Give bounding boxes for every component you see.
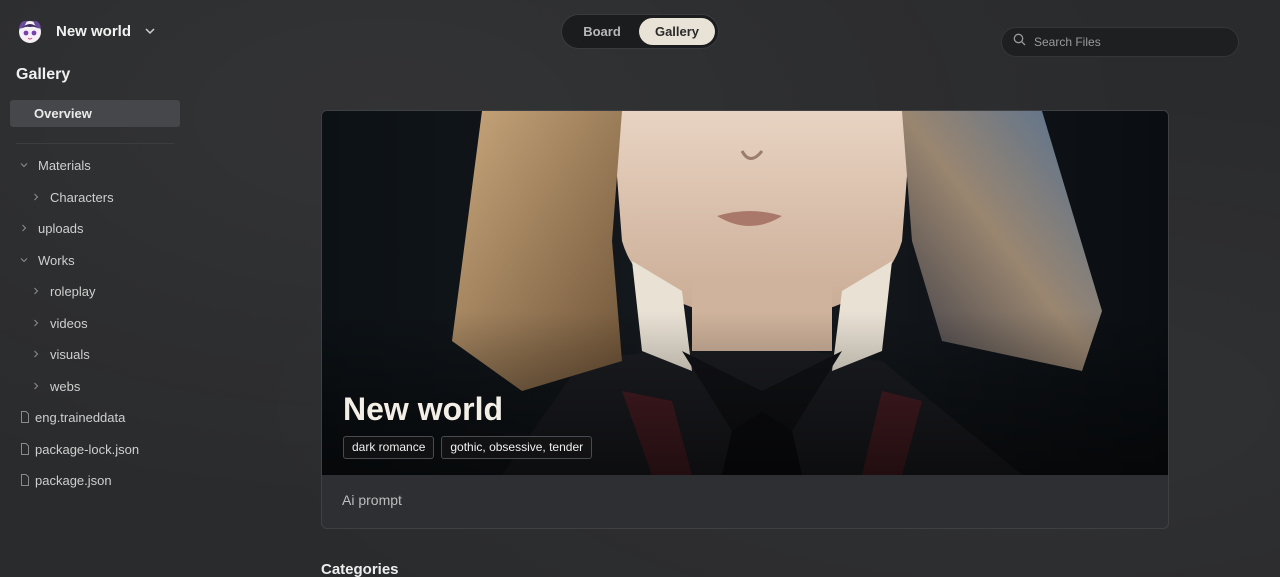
tree-item-package-json[interactable]: package.json (19, 469, 112, 491)
view-toggle: Board Gallery (561, 14, 719, 49)
tree-item-eng-traineddata[interactable]: eng.traineddata (19, 406, 125, 428)
chevron-down-icon[interactable] (143, 24, 157, 38)
chevron-down-icon (18, 249, 30, 271)
gallery-card[interactable]: New world dark romance gothic, obsessive… (321, 110, 1169, 529)
search-input[interactable] (1034, 35, 1224, 49)
tree-item-visuals[interactable]: visuals (30, 343, 90, 365)
sidebar-title: Gallery (16, 66, 71, 83)
tree-item-roleplay[interactable]: roleplay (30, 280, 96, 302)
tree-item-videos[interactable]: videos (30, 312, 88, 334)
tree-item-package-lock-json[interactable]: package-lock.json (19, 438, 139, 460)
tree-item-label: Works (38, 252, 75, 268)
chevron-right-icon (18, 217, 30, 239)
toggle-gallery-button[interactable]: Gallery (639, 18, 715, 45)
search-icon (1013, 33, 1026, 51)
tree-item-label: Materials (38, 157, 91, 173)
tag-list: dark romance gothic, obsessive, tender (343, 436, 593, 459)
chevron-right-icon (30, 280, 42, 302)
workspace-name: New world (56, 22, 132, 40)
avatar-logo-icon (16, 17, 44, 45)
tree-item-label: eng.traineddata (35, 409, 126, 425)
hero-image: New world dark romance gothic, obsessive… (322, 111, 1168, 475)
tree-item-characters[interactable]: Characters (30, 186, 114, 208)
workspace-header[interactable]: New world (16, 17, 157, 45)
search-box (1001, 27, 1239, 57)
tree-item-works[interactable]: Works (18, 249, 75, 271)
tree-item-label: Characters (50, 189, 114, 205)
tree-item-uploads[interactable]: uploads (18, 217, 84, 239)
tree-item-label: package-lock.json (35, 441, 140, 457)
chevron-right-icon (30, 312, 42, 334)
chevron-down-icon (18, 154, 30, 176)
tag[interactable]: dark romance (343, 436, 435, 459)
sidebar-divider (16, 143, 174, 144)
file-icon (19, 438, 31, 460)
tree-item-label: visuals (50, 346, 90, 362)
tag[interactable]: gothic, obsessive, tender (441, 436, 593, 459)
file-icon (19, 406, 31, 428)
sidebar: New world Gallery Overview Materials Cha… (0, 0, 192, 577)
tree-item-label: uploads (38, 220, 84, 236)
tree-item-label: videos (50, 315, 88, 331)
card-title: New world (343, 391, 504, 427)
tree-item-materials[interactable]: Materials (18, 154, 91, 176)
chevron-right-icon (30, 343, 42, 365)
tree-item-label: webs (50, 378, 81, 394)
sidebar-item-overview[interactable]: Overview (10, 100, 180, 127)
chevron-right-icon (30, 375, 42, 397)
file-icon (19, 469, 31, 491)
card-footer-text: Ai prompt (342, 492, 402, 508)
toggle-board-button[interactable]: Board (565, 18, 639, 45)
section-title-categories: Categories (321, 561, 399, 577)
tree-item-label: package.json (35, 472, 112, 488)
tree-item-webs[interactable]: webs (30, 375, 80, 397)
tree-item-label: roleplay (50, 283, 96, 299)
chevron-right-icon (30, 186, 42, 208)
